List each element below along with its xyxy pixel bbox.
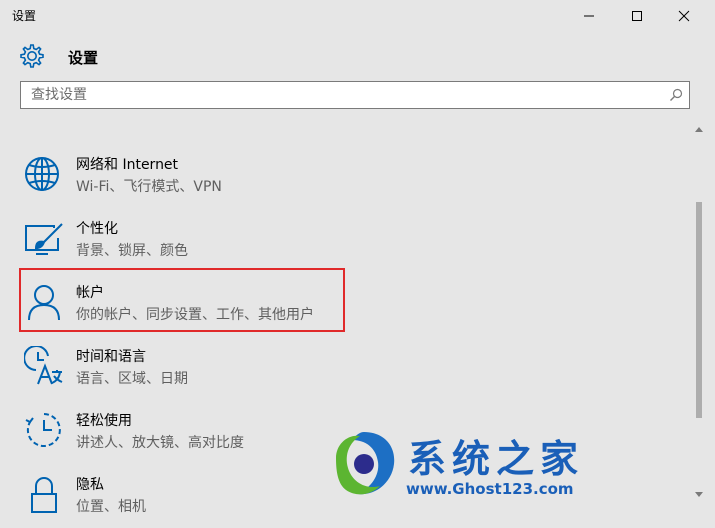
watermark: 系统之家 www.Ghost123.com [328, 424, 628, 504]
settings-item-subtitle: 你的帐户、同步设置、工作、其他用户 [76, 307, 314, 323]
search-icon[interactable] [669, 88, 683, 102]
window-title: 设置 [12, 9, 37, 23]
settings-item-title: 时间和语言 [76, 349, 146, 365]
scroll-down-icon[interactable] [694, 490, 704, 500]
gear-icon [20, 44, 44, 68]
settings-item-network[interactable]: 网络和 Internet Wi-Fi、飞行模式、VPN [20, 144, 346, 208]
settings-item-subtitle: Wi-Fi、飞行模式、VPN [76, 179, 222, 195]
lock-icon [31, 477, 57, 513]
scroll-up-icon[interactable] [694, 124, 704, 134]
person-icon [28, 285, 60, 321]
settings-item-title: 个性化 [76, 221, 118, 237]
app-header: 设置 [0, 38, 715, 74]
minimize-icon [584, 15, 594, 17]
watermark-name: 系统之家 [408, 437, 585, 481]
settings-item-title: 帐户 [76, 285, 104, 301]
minimize-button[interactable] [566, 0, 612, 32]
settings-item-ease-of-access[interactable]: 轻松使用 讲述人、放大镜、高对比度 [20, 400, 346, 464]
settings-item-title: 轻松使用 [76, 413, 132, 429]
time-language-icon [24, 346, 63, 385]
settings-item-subtitle: 位置、相机 [76, 499, 146, 515]
ease-of-access-icon [25, 413, 61, 447]
globe-icon [25, 157, 59, 191]
page-title: 设置 [68, 49, 99, 67]
settings-item-accounts[interactable]: 帐户 你的帐户、同步设置、工作、其他用户 [20, 272, 346, 336]
maximize-icon [632, 11, 642, 21]
settings-item-time-language[interactable]: 时间和语言 语言、区域、日期 [20, 336, 346, 400]
settings-item-title: 网络和 Internet [76, 157, 179, 173]
settings-item-subtitle: 讲述人、放大镜、高对比度 [76, 435, 244, 451]
personalize-icon [25, 223, 63, 255]
watermark-url: www.Ghost123.com [406, 480, 574, 498]
settings-item-subtitle: 背景、锁屏、颜色 [76, 243, 188, 259]
settings-item-subtitle: 语言、区域、日期 [76, 371, 188, 387]
settings-item-personalization[interactable]: 个性化 背景、锁屏、颜色 [20, 208, 346, 272]
search-input[interactable] [21, 82, 661, 108]
settings-item-privacy[interactable]: 隐私 位置、相机 [20, 464, 346, 528]
search-box[interactable] [20, 81, 690, 109]
scroll-thumb[interactable] [696, 202, 702, 418]
title-bar: 设置 [0, 0, 715, 32]
settings-item-title: 隐私 [76, 477, 104, 493]
maximize-button[interactable] [614, 0, 660, 32]
scrollbar[interactable] [694, 124, 704, 502]
close-icon [678, 10, 690, 22]
close-button[interactable] [661, 0, 707, 32]
